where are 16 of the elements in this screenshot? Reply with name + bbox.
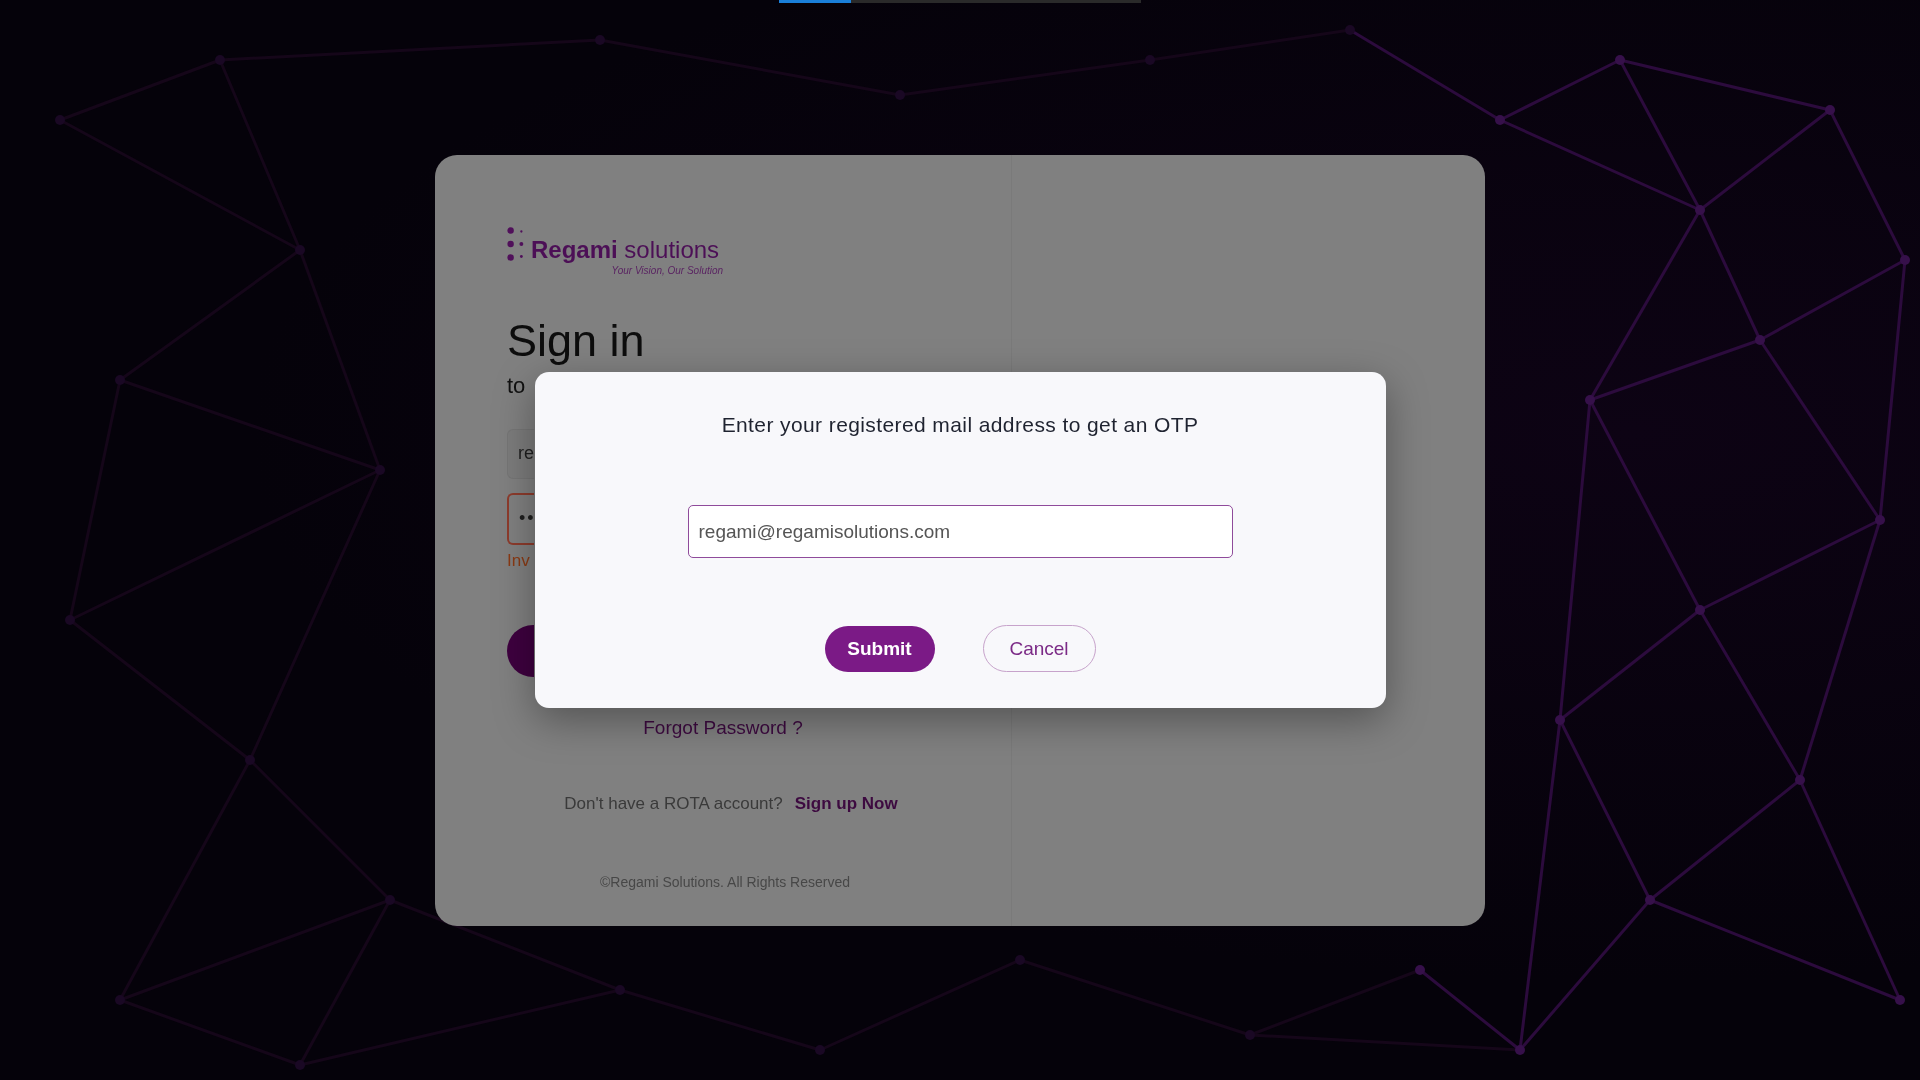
sign-in-button[interactable]: [507, 624, 534, 677]
logo-tagline: Your Vision, Our Solution: [611, 264, 724, 276]
signup-prompt: Don't have a ROTA account?: [564, 792, 783, 815]
sign-in-heading: Sign in: [507, 314, 645, 367]
error-message: Inv: [507, 549, 530, 572]
copyright-text: ©Regami Solutions. All Rights Reserved: [600, 872, 850, 891]
email-field[interactable]: regami@regamisolutions.com: [687, 505, 1233, 558]
sign-in-subtitle: to: [507, 371, 526, 400]
logo-dots-icon: [507, 226, 525, 261]
dialog-message: Enter your registered mail address to get an OTP: [721, 412, 1199, 438]
password-field[interactable]: ••: [507, 492, 534, 545]
username-field[interactable]: re: [507, 428, 534, 479]
sign-up-link[interactable]: Sign up Now: [794, 792, 898, 815]
logo-wordmark: Regami solutions: [531, 234, 720, 265]
forgot-password-link[interactable]: Forgot Password ?: [643, 715, 803, 740]
submit-button[interactable]: Submit: [824, 625, 935, 672]
